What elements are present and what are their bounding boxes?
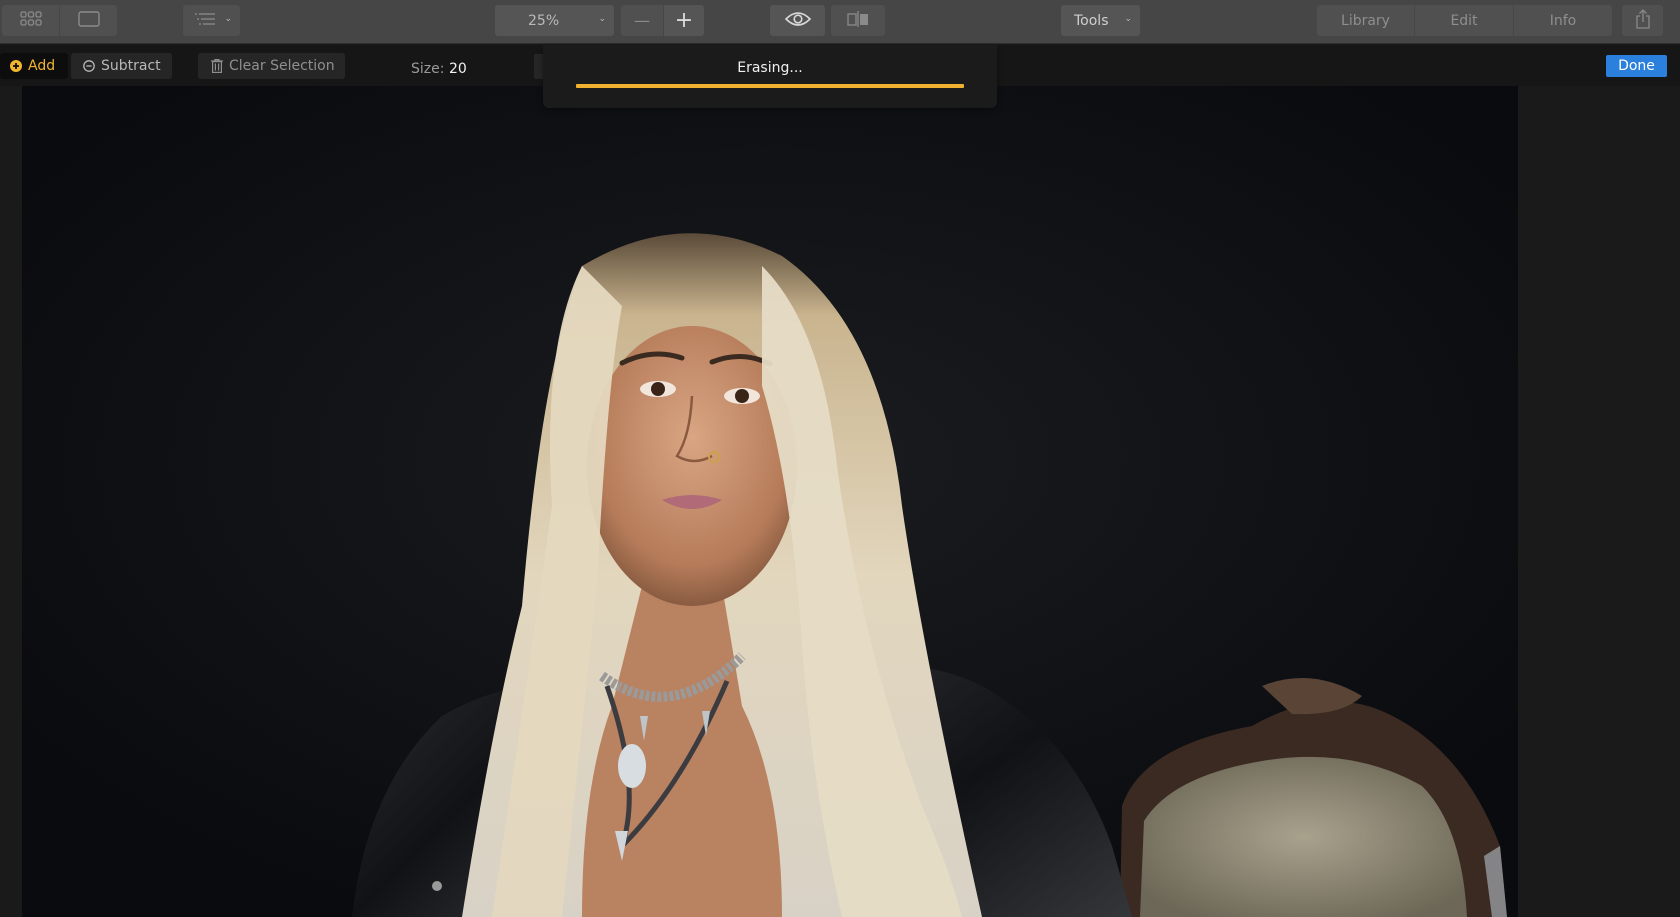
- tab-edit-label: Edit: [1450, 12, 1478, 29]
- clear-selection-label: Clear Selection: [229, 58, 335, 74]
- minus-icon: —: [634, 11, 650, 30]
- sort-dropdown[interactable]: ⌄: [183, 5, 240, 36]
- top-toolbar: ⌄ 25% ⌄ — + Tools ⌄ Library Edit Info: [0, 0, 1680, 44]
- single-view-icon: [77, 10, 100, 31]
- tab-library-label: Library: [1341, 12, 1390, 29]
- tools-label: Tools: [1074, 12, 1109, 29]
- share-button[interactable]: [1622, 5, 1663, 36]
- add-mode-label: Add: [28, 58, 56, 74]
- zoom-in-button[interactable]: +: [664, 5, 704, 36]
- single-view-button[interactable]: [60, 5, 117, 36]
- preview-toggle-button[interactable]: [770, 5, 825, 36]
- progress-message: Erasing...: [737, 60, 803, 76]
- share-icon: [1635, 8, 1651, 33]
- done-button[interactable]: Done: [1606, 55, 1667, 77]
- progress-bar: [576, 84, 964, 88]
- tools-dropdown[interactable]: Tools ⌄: [1061, 5, 1140, 36]
- compare-split-icon: [846, 10, 870, 32]
- clear-selection-button[interactable]: Clear Selection: [198, 53, 345, 79]
- tab-info[interactable]: Info: [1514, 5, 1612, 36]
- photo-canvas[interactable]: [22, 86, 1518, 917]
- zoom-level-dropdown[interactable]: 25% ⌄: [495, 5, 614, 36]
- chevron-down-icon: ⌄: [1124, 14, 1132, 24]
- progress-bar-fill: [576, 84, 964, 88]
- trash-icon: [211, 59, 223, 73]
- list-sort-icon: [194, 12, 215, 29]
- portrait-photo: [22, 86, 1518, 917]
- brush-size-value: 20: [449, 61, 467, 77]
- minus-circle-icon: [83, 60, 95, 72]
- subtract-mode-label: Subtract: [101, 58, 161, 74]
- tab-info-label: Info: [1549, 12, 1577, 29]
- zoom-out-button[interactable]: —: [621, 5, 663, 36]
- grid-view-button[interactable]: [2, 5, 59, 36]
- plus-circle-icon: [10, 60, 22, 72]
- zoom-level-value: 25%: [528, 12, 560, 29]
- chevron-down-icon: ⌄: [598, 14, 606, 24]
- grid-icon: [19, 10, 42, 31]
- subtract-mode-button[interactable]: Subtract: [71, 53, 172, 79]
- tab-edit[interactable]: Edit: [1415, 5, 1513, 36]
- done-label: Done: [1618, 58, 1655, 74]
- erasing-progress-popover: Erasing...: [543, 45, 997, 108]
- brush-size-label: Size:: [411, 61, 445, 77]
- add-mode-button[interactable]: Add: [0, 53, 68, 79]
- chevron-down-icon: ⌄: [224, 14, 232, 24]
- compare-button[interactable]: [831, 5, 885, 36]
- eye-icon: [784, 11, 811, 31]
- plus-icon: +: [674, 8, 694, 33]
- tab-library[interactable]: Library: [1317, 5, 1414, 36]
